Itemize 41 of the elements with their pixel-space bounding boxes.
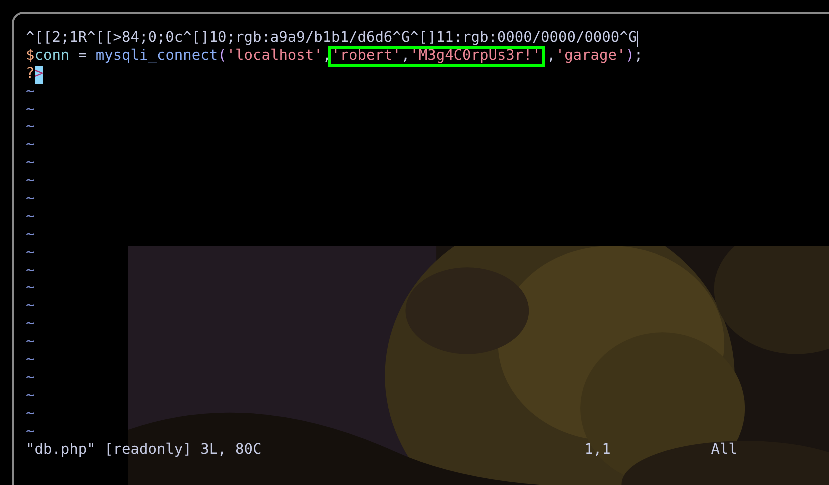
code-token: = bbox=[77, 48, 88, 66]
code-token: > bbox=[34, 66, 44, 84]
empty-line-marker: ~ bbox=[26, 406, 35, 424]
empty-line-marker: ~ bbox=[26, 208, 35, 227]
empty-line-marker: ~ bbox=[26, 280, 35, 298]
empty-line-marker: ~ bbox=[26, 137, 35, 156]
code-token: mysqli_connect bbox=[96, 48, 218, 66]
empty-line-marker: ~ bbox=[26, 191, 35, 209]
empty-line-marker: ~ bbox=[26, 424, 35, 442]
code-token: , bbox=[547, 48, 556, 66]
empty-line-marker: ~ bbox=[26, 173, 35, 192]
scroll-position: All bbox=[711, 442, 738, 460]
code-token: ( bbox=[218, 48, 227, 66]
code-token: ? bbox=[26, 66, 35, 84]
empty-line-marker: ~ bbox=[26, 352, 35, 370]
cursor-position: 1,1 bbox=[584, 442, 612, 460]
code-token: ) bbox=[626, 48, 634, 66]
empty-line-marker: ~ bbox=[26, 298, 35, 316]
code-token: conn bbox=[34, 48, 70, 66]
code-token: 'garage' bbox=[556, 48, 626, 66]
code-token: ; bbox=[634, 48, 644, 66]
empty-line-marker: ~ bbox=[26, 262, 35, 280]
empty-line-marker: ~ bbox=[26, 84, 35, 102]
empty-line-marker: ~ bbox=[26, 334, 35, 352]
empty-line-marker: ~ bbox=[26, 102, 35, 120]
empty-line-marker: ~ bbox=[26, 226, 35, 245]
code-token: , bbox=[322, 48, 332, 66]
code-token: $ bbox=[26, 48, 35, 66]
text-caret bbox=[637, 30, 638, 47]
empty-line-marker: ~ bbox=[26, 155, 35, 174]
status-message: "db.php" [readonly] 3L, 80C bbox=[26, 442, 263, 460]
empty-line-marker: ~ bbox=[26, 244, 35, 263]
code-token: 'robert' bbox=[332, 49, 402, 64]
code-token: ^[[2;1R^[[>84;0;0c^[]10;rgb:a9a9/b1b1/d6d6^G^[]11:rgb:0000/0000/0000^G bbox=[26, 30, 638, 48]
empty-line-marker: ~ bbox=[26, 119, 35, 138]
empty-line-marker: ~ bbox=[26, 316, 35, 334]
code-token: 'M3g4C0rpUs3r!' bbox=[410, 49, 542, 64]
empty-line-marker: ~ bbox=[26, 370, 35, 388]
code-token: 'localhost' bbox=[226, 48, 323, 66]
empty-line-marker: ~ bbox=[26, 388, 35, 406]
code-token: , bbox=[401, 49, 410, 64]
